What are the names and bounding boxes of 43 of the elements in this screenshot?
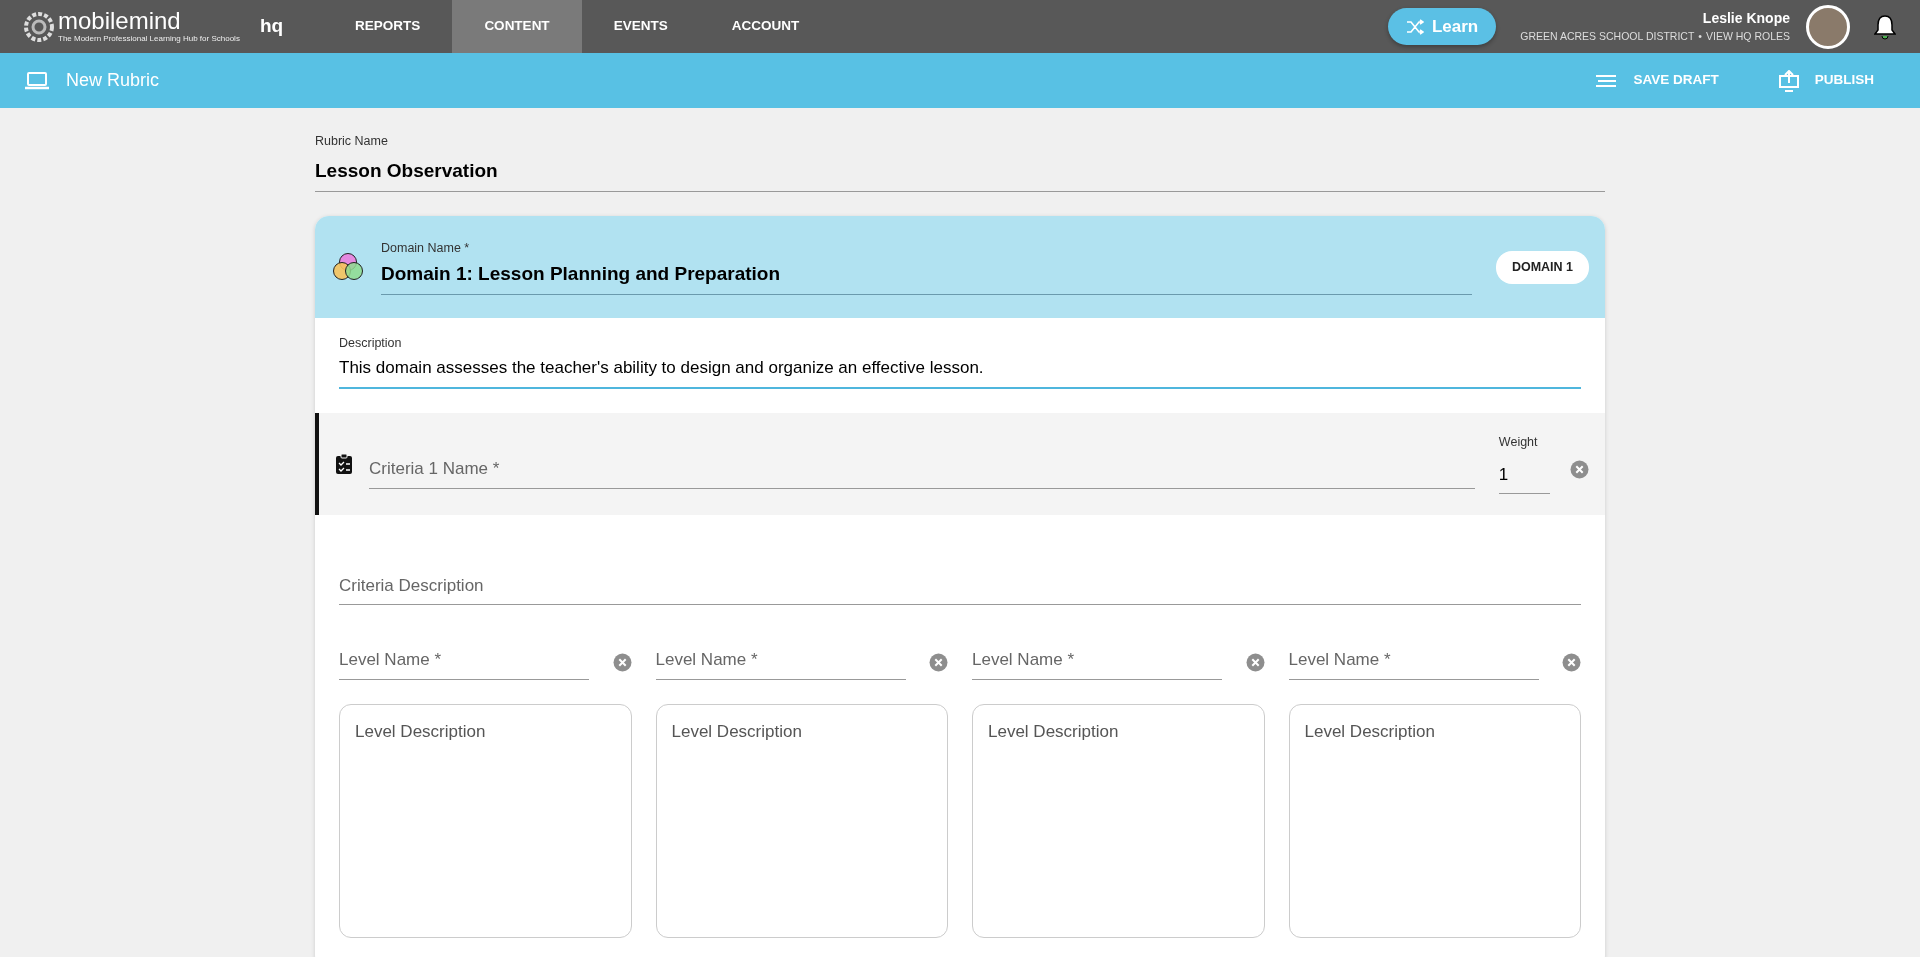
field-label: Description	[339, 335, 403, 353]
laptop-icon	[24, 70, 50, 91]
shuffle-icon	[1405, 18, 1424, 35]
user-name: Leslie Knope	[1702, 9, 1790, 29]
level-description-field[interactable]: Level Description	[655, 703, 948, 938]
bell-icon[interactable]	[1874, 13, 1896, 40]
nav-tab[interactable]: REPORTS	[323, 0, 453, 53]
nav-tab[interactable]: EVENTS	[581, 0, 700, 53]
nav-tab[interactable]: CONTENT	[452, 0, 582, 53]
domain-header-panel[interactable]: Domain Name * Domain 1: Lesson Planning and Preparation DOMAIN 1	[315, 216, 1605, 319]
page-title: New Rubric	[66, 69, 160, 92]
product-name: hq	[259, 14, 284, 39]
separator-dot: •	[1698, 29, 1702, 45]
logo-text: mobilemind	[58, 8, 182, 33]
level-description-field[interactable]: Level Description	[339, 703, 632, 938]
level-description-field[interactable]: Level Description	[972, 703, 1265, 938]
logo-icon	[24, 11, 54, 42]
level-name-field[interactable]: Level Name *	[655, 645, 906, 680]
field-label: Rubric Name	[315, 133, 389, 150]
upload-icon	[1778, 69, 1799, 92]
remove-icon[interactable]	[929, 652, 948, 672]
remove-icon[interactable]	[612, 652, 632, 672]
avatar-placeholder[interactable]	[1806, 4, 1850, 49]
district-name: GREEN ACRES SCHOOL DISTRICT	[1520, 29, 1695, 45]
nav-tab[interactable]: ACCOUNT	[699, 0, 832, 53]
lines-icon	[1595, 73, 1618, 88]
domain-badge: DOMAIN 1	[1495, 250, 1589, 284]
remove-icon[interactable]	[1245, 652, 1265, 672]
remove-icon[interactable]	[1562, 652, 1581, 672]
level-name-field[interactable]: Level Name *	[339, 645, 589, 680]
logo-tagline: The Modern Professional Learning Hub for Schools	[58, 32, 240, 45]
description-field[interactable]: This domain assesses the teacher's ability to design and organize an effective lesson.	[339, 353, 1581, 389]
field-label: Domain Name *	[381, 240, 471, 258]
remove-icon[interactable]	[1570, 460, 1589, 479]
level-name-field[interactable]: Level Name *	[1288, 645, 1539, 680]
clipboard-icon	[335, 452, 353, 475]
field-label: Weight	[1498, 433, 1539, 451]
criteria-description-field[interactable]: Criteria Description	[339, 570, 1581, 605]
criteria-panel[interactable]: Criteria 1 Name * Weight 1	[315, 412, 1605, 515]
level-description-field[interactable]: Level Description	[1288, 703, 1581, 938]
rubric-name-field[interactable]: Lesson Observation	[315, 154, 1605, 193]
level-name-field[interactable]: Level Name *	[972, 645, 1222, 680]
roles-link[interactable]: VIEW HQ ROLES	[1706, 29, 1790, 45]
